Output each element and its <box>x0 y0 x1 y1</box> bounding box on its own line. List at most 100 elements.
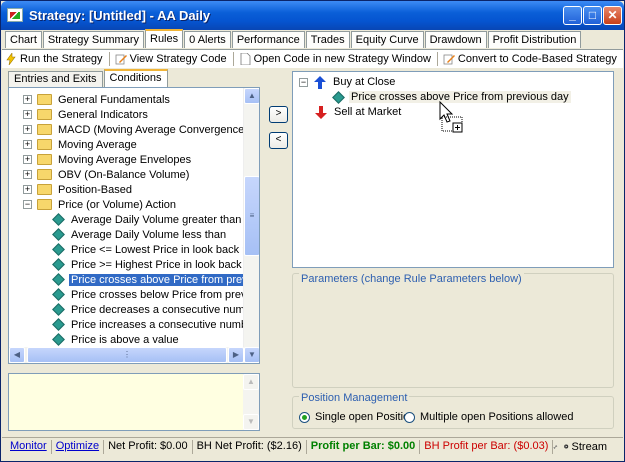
expand-icon[interactable]: + <box>23 170 32 179</box>
tab-chart[interactable]: Chart <box>5 31 42 48</box>
h-scroll-thumb[interactable]: ⋮ <box>27 347 227 363</box>
tree-vertical-scrollbar[interactable]: ▲ ≡ ▼ <box>243 88 259 363</box>
stream-icon <box>564 444 569 449</box>
tree-condition[interactable]: Price decreases a consecutive number of <box>51 302 260 317</box>
window-title: Strategy: [Untitled] - AA Daily <box>29 8 211 23</box>
rules-toolbar: Run the Strategy View Strategy Code Open… <box>2 49 623 68</box>
tree-folder[interactable]: + Moving Average <box>23 137 139 152</box>
tree-condition[interactable]: Price increases a consecutive number of … <box>51 317 259 332</box>
monitor-link[interactable]: Monitor <box>10 440 47 452</box>
conditions-tree[interactable]: + General Fundamentals + General Indicator… <box>8 87 260 364</box>
maximize-button[interactable]: □ <box>583 6 602 25</box>
folder-icon <box>37 139 52 150</box>
scroll-thumb[interactable]: ≡ <box>244 176 259 256</box>
tree-folder-label: Position-Based <box>58 183 132 196</box>
tree-condition[interactable]: Average Daily Volume greater than <box>51 212 243 227</box>
bh-profit-per-bar: BH Profit per Bar: ($0.03) <box>420 439 554 454</box>
sell-rule-label: Sell at Market <box>334 106 402 118</box>
tree-condition[interactable]: Average Daily Volume less than <box>51 227 228 242</box>
convert-code-label: Convert to Code-Based Strategy <box>457 53 617 65</box>
tree-condition[interactable]: Price is above a value <box>51 332 181 347</box>
collapse-icon[interactable]: − <box>299 77 308 87</box>
stream-label[interactable]: Stream <box>572 441 607 453</box>
condition-icon <box>52 273 65 286</box>
tree-condition-label: Price <= Lowest Price in look back perio… <box>71 243 260 256</box>
description-scrollbar[interactable]: ▲ ▼ <box>243 374 259 430</box>
tab-conditions[interactable]: Conditions <box>103 69 168 87</box>
optimize-link[interactable]: Optimize <box>56 440 99 452</box>
condition-icon <box>332 90 345 104</box>
open-code-label: Open Code in new Strategy Window <box>253 53 431 65</box>
scroll-down-button[interactable]: ▼ <box>244 347 259 363</box>
scroll-left-button[interactable]: ◀ <box>9 347 25 363</box>
single-position-label: Single open Position <box>315 411 416 423</box>
tree-folder[interactable]: + OBV (On-Balance Volume) <box>23 167 191 182</box>
condition-icon <box>52 288 65 301</box>
tree-folder[interactable]: + Position-Based <box>23 182 134 197</box>
tab-trades[interactable]: Trades <box>305 31 350 48</box>
tree-condition[interactable]: Price >= Highest Price in look back peri… <box>51 257 259 272</box>
down-arrow-icon <box>315 105 327 119</box>
scroll-right-button[interactable]: ▶ <box>228 347 244 363</box>
tree-folder[interactable]: + General Indicators <box>23 107 150 122</box>
tab-rules[interactable]: Rules <box>145 29 184 48</box>
tree-condition-label: Price decreases a consecutive number of <box>71 303 260 316</box>
view-code-button[interactable]: View Strategy Code <box>115 53 227 65</box>
tab-alerts[interactable]: 0 Alerts <box>184 31 231 48</box>
expand-icon[interactable]: + <box>23 110 32 119</box>
condition-icon <box>52 318 65 331</box>
tree-condition[interactable]: Price <= Lowest Price in look back perio… <box>51 242 260 257</box>
tree-condition-selected[interactable]: Price crosses above Price from previous … <box>51 272 259 287</box>
scroll-up-button[interactable]: ▲ <box>244 88 259 104</box>
add-condition-button[interactable]: > <box>269 106 288 123</box>
buy-rule[interactable]: − Buy at Close <box>299 75 397 89</box>
remove-condition-button[interactable]: < <box>269 132 288 149</box>
tab-strategy-summary[interactable]: Strategy Summary <box>42 31 144 48</box>
tab-drawdown[interactable]: Drawdown <box>424 31 487 48</box>
tab-profit-distribution[interactable]: Profit Distribution <box>487 31 582 48</box>
collapse-icon[interactable]: − <box>23 200 32 209</box>
tree-folder[interactable]: + Moving Average Envelopes <box>23 152 193 167</box>
condition-description-panel: ▲ ▼ <box>8 373 260 431</box>
tab-entries-exits[interactable]: Entries and Exits <box>8 71 103 87</box>
tab-equity-curve[interactable]: Equity Curve <box>350 31 424 48</box>
open-code-button[interactable]: Open Code in new Strategy Window <box>239 53 431 65</box>
expand-icon[interactable]: + <box>23 155 32 164</box>
tree-folder-label: Moving Average Envelopes <box>58 153 192 166</box>
scroll-up-button[interactable]: ▲ <box>243 374 259 390</box>
expand-icon[interactable]: + <box>23 125 32 134</box>
expand-icon[interactable]: + <box>23 140 32 149</box>
lightning-icon <box>6 53 16 65</box>
parameters-group: Parameters (change Rule Parameters below… <box>292 273 614 388</box>
close-button[interactable]: ✕ <box>603 6 622 25</box>
up-arrow-icon <box>314 75 326 89</box>
toolbar-separator <box>436 52 438 66</box>
link-icon[interactable] <box>553 440 558 454</box>
radio-selected-icon <box>299 411 310 423</box>
folder-icon <box>37 184 52 195</box>
chart-app-icon <box>7 8 23 22</box>
tree-horizontal-scrollbar[interactable]: ◀ ⋮ ▶ <box>9 347 244 363</box>
tree-folder[interactable]: − Price (or Volume) Action <box>23 197 178 212</box>
expand-icon[interactable]: + <box>23 185 32 194</box>
convert-code-button[interactable]: Convert to Code-Based Strategy <box>443 53 617 65</box>
single-position-radio[interactable]: Single open Position <box>299 411 415 423</box>
tree-folder-label: Moving Average <box>58 138 137 151</box>
optimize-status: Optimize <box>52 439 105 454</box>
minimize-button[interactable]: _ <box>563 6 582 25</box>
tab-performance[interactable]: Performance <box>231 31 305 48</box>
tree-folder[interactable]: + General Fundamentals <box>23 92 172 107</box>
multiple-positions-radio[interactable]: Multiple open Positions allowed <box>404 411 573 423</box>
title-bar[interactable]: Strategy: [Untitled] - AA Daily _ □ ✕ <box>1 1 624 30</box>
scroll-down-button[interactable]: ▼ <box>243 414 259 430</box>
run-strategy-button[interactable]: Run the Strategy <box>5 53 103 65</box>
strategy-window: Strategy: [Untitled] - AA Daily _ □ ✕ Ch… <box>0 0 625 462</box>
condition-icon <box>52 228 65 241</box>
condition-icon <box>52 243 65 256</box>
tree-condition-label: Average Daily Volume greater than <box>71 213 242 226</box>
tree-condition[interactable]: Price crosses below Price from previous … <box>51 287 259 302</box>
tree-condition-label: Price is above a value <box>71 333 179 346</box>
tree-folder[interactable]: + MACD (Moving Average Convergence/Diverg… <box>23 122 259 137</box>
sell-rule[interactable]: Sell at Market <box>315 105 403 119</box>
expand-icon[interactable]: + <box>23 95 32 104</box>
